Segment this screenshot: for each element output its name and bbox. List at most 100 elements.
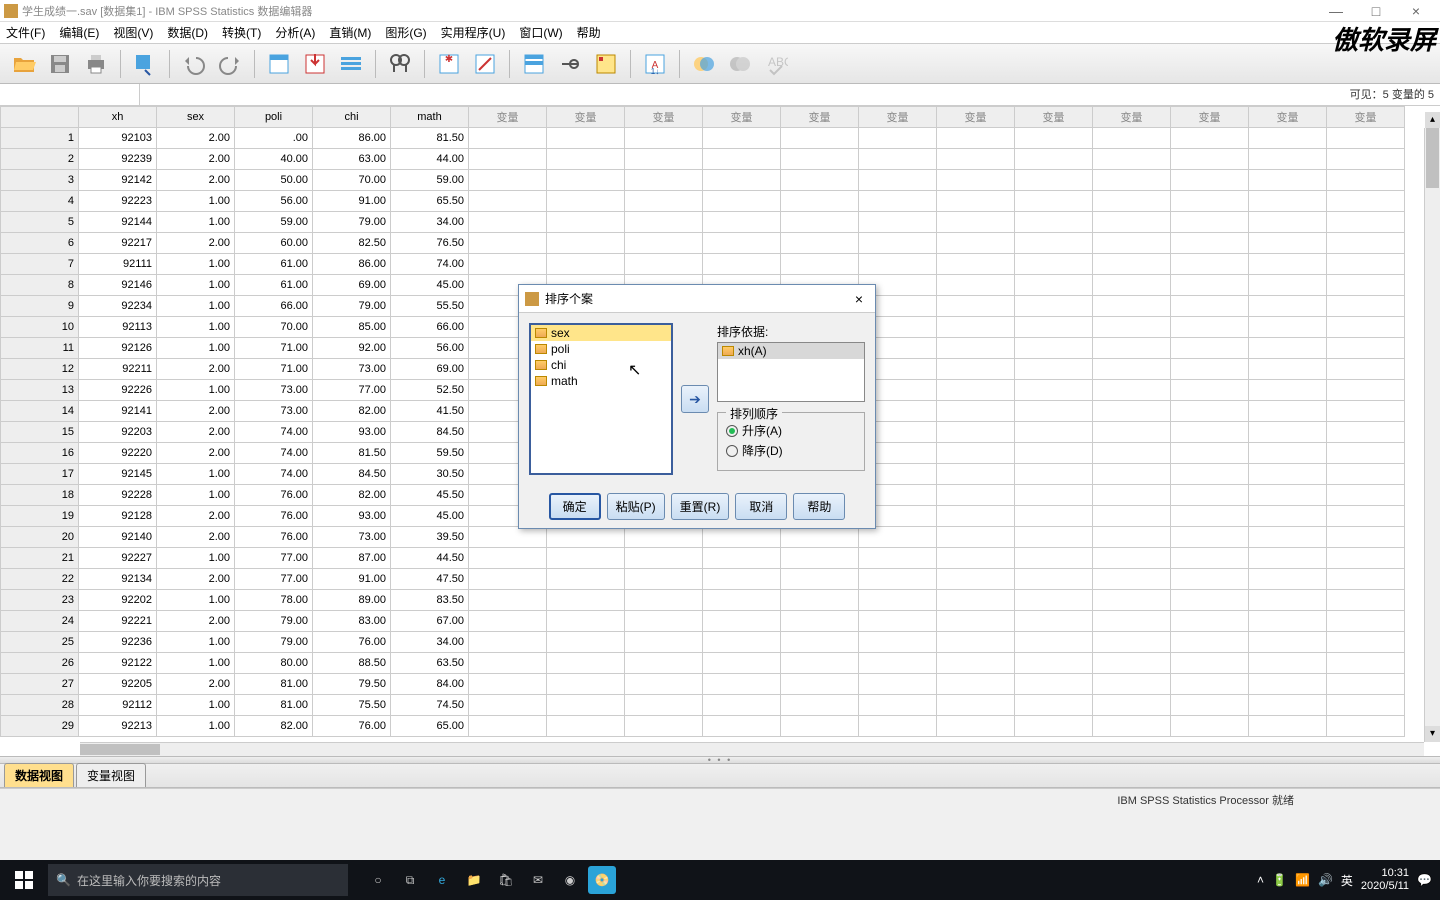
data-cell-empty[interactable] (1015, 149, 1093, 170)
data-cell-empty[interactable] (937, 128, 1015, 149)
recall-dialog-icon[interactable] (129, 48, 161, 80)
data-cell-empty[interactable] (781, 716, 859, 737)
data-cell-empty[interactable] (1327, 548, 1405, 569)
data-cell[interactable]: 56.00 (391, 338, 469, 359)
data-cell[interactable]: 77.00 (313, 380, 391, 401)
data-cell[interactable]: 67.00 (391, 611, 469, 632)
column-header-empty[interactable]: 变量 (625, 107, 703, 128)
reset-button[interactable]: 重置(R) (671, 493, 730, 520)
data-cell-empty[interactable] (625, 527, 703, 548)
data-cell-empty[interactable] (1249, 485, 1327, 506)
data-cell-empty[interactable] (625, 611, 703, 632)
column-header[interactable]: xh (79, 107, 157, 128)
tab-data-view[interactable]: 数据视图 (4, 763, 74, 787)
data-cell-empty[interactable] (1015, 632, 1093, 653)
data-cell-empty[interactable] (1093, 317, 1171, 338)
data-cell[interactable]: 92221 (79, 611, 157, 632)
data-cell[interactable]: 60.00 (235, 233, 313, 254)
data-cell[interactable]: 59.50 (391, 443, 469, 464)
data-cell[interactable]: 92103 (79, 128, 157, 149)
row-header[interactable]: 10 (1, 317, 79, 338)
data-cell-empty[interactable] (1093, 464, 1171, 485)
data-cell-empty[interactable] (1327, 275, 1405, 296)
data-cell-empty[interactable] (859, 128, 937, 149)
data-cell[interactable]: 44.50 (391, 548, 469, 569)
data-cell-empty[interactable] (547, 590, 625, 611)
data-cell-empty[interactable] (1015, 128, 1093, 149)
data-cell-empty[interactable] (1171, 443, 1249, 464)
data-cell-empty[interactable] (1015, 674, 1093, 695)
data-cell-empty[interactable] (1171, 359, 1249, 380)
data-cell-empty[interactable] (1171, 296, 1249, 317)
data-cell-empty[interactable] (703, 674, 781, 695)
data-cell[interactable]: 34.00 (391, 632, 469, 653)
data-cell[interactable]: 1.00 (157, 212, 235, 233)
splitter[interactable]: • • • (0, 756, 1440, 764)
row-header[interactable]: 19 (1, 506, 79, 527)
data-cell-empty[interactable] (703, 590, 781, 611)
data-cell[interactable]: 79.00 (313, 296, 391, 317)
data-cell[interactable]: 56.00 (235, 191, 313, 212)
data-cell-empty[interactable] (937, 569, 1015, 590)
data-cell-empty[interactable] (469, 611, 547, 632)
data-cell[interactable]: 1.00 (157, 464, 235, 485)
data-cell-empty[interactable] (1249, 506, 1327, 527)
circle2-icon[interactable] (724, 48, 756, 80)
data-cell-empty[interactable] (1171, 254, 1249, 275)
data-cell-empty[interactable] (469, 149, 547, 170)
column-header-empty[interactable]: 变量 (1015, 107, 1093, 128)
data-cell-empty[interactable] (1015, 212, 1093, 233)
data-cell-empty[interactable] (781, 653, 859, 674)
column-header-empty[interactable]: 变量 (1093, 107, 1171, 128)
data-cell-empty[interactable] (1249, 674, 1327, 695)
data-cell-empty[interactable] (703, 716, 781, 737)
data-cell-empty[interactable] (1327, 611, 1405, 632)
data-cell-empty[interactable] (1093, 401, 1171, 422)
data-cell[interactable]: 79.00 (235, 632, 313, 653)
data-cell[interactable]: 89.00 (313, 590, 391, 611)
data-cell-empty[interactable] (625, 212, 703, 233)
menu-item[interactable]: 转换(T) (222, 24, 261, 41)
row-header[interactable]: 21 (1, 548, 79, 569)
data-cell-empty[interactable] (781, 170, 859, 191)
data-cell-empty[interactable] (859, 254, 937, 275)
data-cell-empty[interactable] (547, 191, 625, 212)
radio-ascending[interactable]: 升序(A) (726, 422, 856, 439)
data-cell-empty[interactable] (1015, 548, 1093, 569)
open-icon[interactable] (8, 48, 40, 80)
data-cell-empty[interactable] (1015, 611, 1093, 632)
data-cell[interactable]: 93.00 (313, 422, 391, 443)
variable-item[interactable]: poli (531, 341, 671, 357)
row-header[interactable]: 8 (1, 275, 79, 296)
data-cell[interactable]: 2.00 (157, 359, 235, 380)
data-cell-empty[interactable] (1249, 149, 1327, 170)
data-cell-empty[interactable] (937, 191, 1015, 212)
data-cell-empty[interactable] (859, 590, 937, 611)
data-cell-empty[interactable] (937, 338, 1015, 359)
column-header[interactable]: poli (235, 107, 313, 128)
clock[interactable]: 10:31 2020/5/11 (1361, 867, 1409, 893)
data-cell[interactable]: 74.00 (391, 254, 469, 275)
data-cell[interactable]: 83.50 (391, 590, 469, 611)
data-cell[interactable]: 92203 (79, 422, 157, 443)
data-cell[interactable]: 1.00 (157, 590, 235, 611)
maximize-button[interactable]: □ (1356, 3, 1396, 19)
menu-item[interactable]: 实用程序(U) (441, 24, 506, 41)
data-cell-empty[interactable] (703, 632, 781, 653)
data-cell-empty[interactable] (1093, 485, 1171, 506)
data-cell-empty[interactable] (1015, 275, 1093, 296)
data-cell-empty[interactable] (1015, 254, 1093, 275)
data-cell-empty[interactable] (1249, 527, 1327, 548)
data-cell[interactable]: 44.00 (391, 149, 469, 170)
variables-listbox[interactable]: sexpolichimath (529, 323, 673, 475)
data-cell[interactable]: 86.00 (313, 254, 391, 275)
data-cell[interactable]: 92142 (79, 170, 157, 191)
data-cell[interactable]: 69.00 (313, 275, 391, 296)
data-cell-empty[interactable] (1249, 296, 1327, 317)
data-cell-empty[interactable] (937, 359, 1015, 380)
data-cell-empty[interactable] (1015, 422, 1093, 443)
data-cell-empty[interactable] (1015, 527, 1093, 548)
edge-icon[interactable]: e (428, 866, 456, 894)
data-cell-empty[interactable] (1327, 653, 1405, 674)
menu-item[interactable]: 直销(M) (329, 24, 371, 41)
